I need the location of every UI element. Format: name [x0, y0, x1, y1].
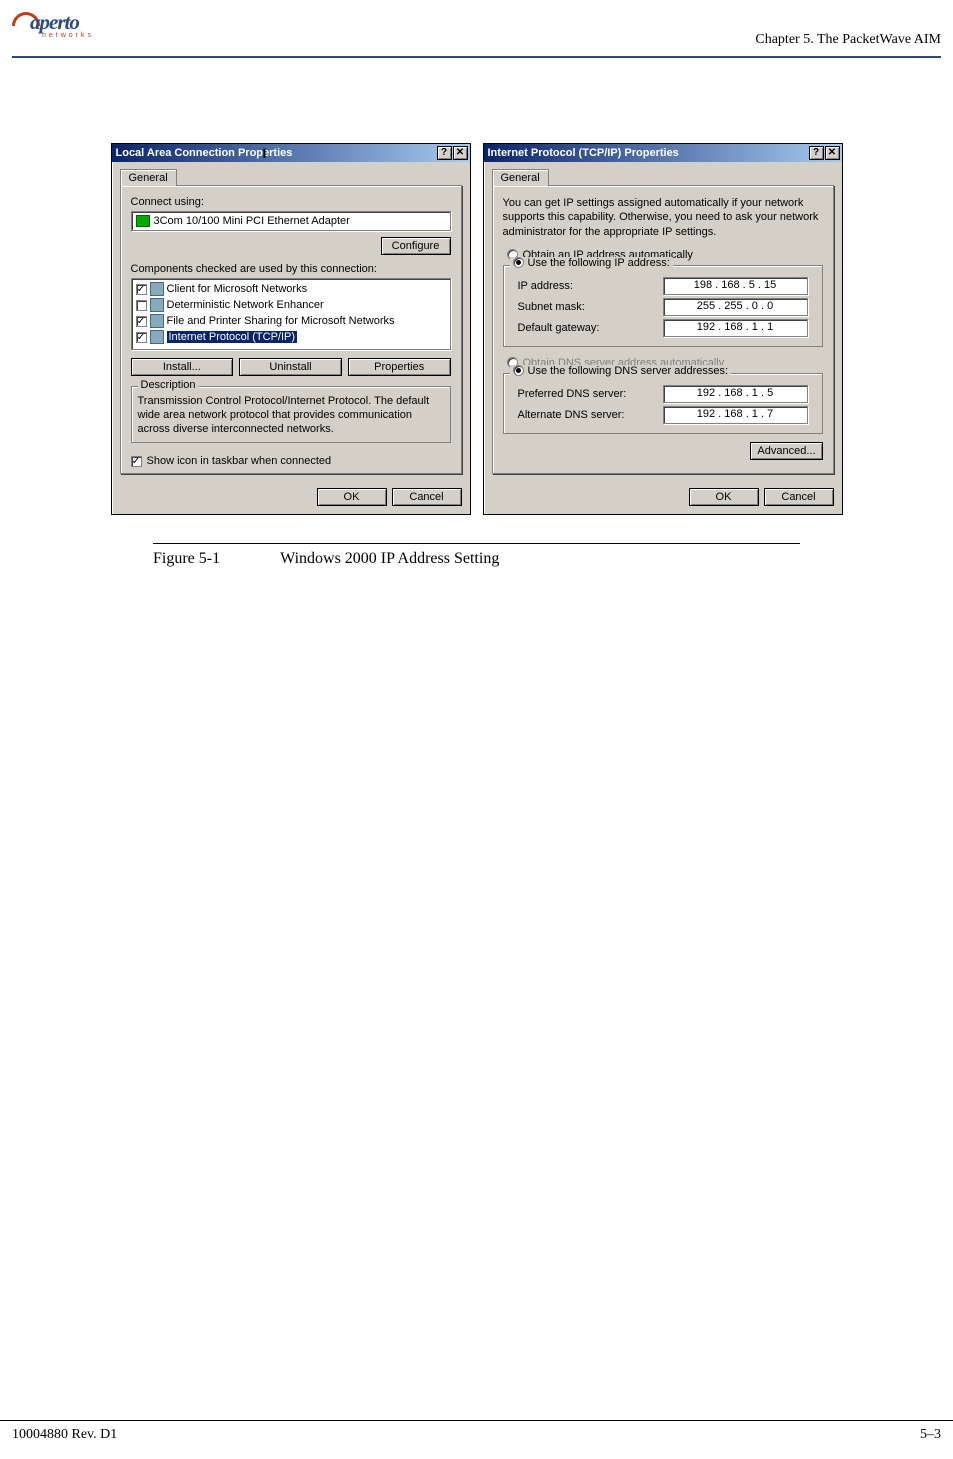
uninstall-button[interactable]: Uninstall — [239, 358, 342, 376]
ok-button[interactable]: OK — [689, 488, 759, 506]
list-item[interactable]: ✓ File and Printer Sharing for Microsoft… — [134, 313, 448, 329]
radio-use-ip[interactable]: Use the following IP address: — [510, 257, 673, 269]
titlebar[interactable]: Internet Protocol (TCP/IP) Properties ? … — [484, 144, 842, 162]
tab-general[interactable]: General — [492, 169, 549, 186]
dns-group: Use the following DNS server addresses: … — [503, 373, 823, 434]
adapter-field: 3Com 10/100 Mini PCI Ethernet Adapter — [131, 211, 451, 231]
intro-text: You can get IP settings assigned automat… — [503, 196, 823, 239]
close-button[interactable]: ✕ — [453, 146, 468, 160]
titlebar-buttons: ? ✕ — [437, 146, 468, 160]
tcpip-properties-dialog: Internet Protocol (TCP/IP) Properties ? … — [483, 143, 843, 515]
tab-general[interactable]: General — [120, 169, 177, 186]
advanced-row: Advanced... — [503, 442, 823, 460]
checkbox-icon[interactable] — [136, 300, 147, 311]
gateway-input[interactable]: 192 . 168 . 1 . 1 — [663, 319, 808, 337]
dialog-footer: OK Cancel — [112, 482, 470, 514]
list-item[interactable]: ✓ Client for Microsoft Networks — [134, 281, 448, 297]
service-icon — [150, 298, 164, 312]
description-group: Description Transmission Control Protoco… — [131, 386, 451, 443]
configure-button[interactable]: Configure — [381, 237, 451, 255]
logo-subtext: networks — [42, 32, 94, 39]
titlebar[interactable]: Local Area Connection Properties I ? ✕ — [112, 144, 470, 162]
install-button[interactable]: Install... — [131, 358, 234, 376]
footer-right: 5–3 — [920, 1427, 941, 1443]
ip-address-row: IP address: 198 . 168 . 5 . 15 — [518, 277, 808, 295]
cancel-button[interactable]: Cancel — [764, 488, 834, 506]
list-item[interactable]: ✓ Internet Protocol (TCP/IP) — [134, 329, 448, 345]
ip-address-input[interactable]: 198 . 168 . 5 . 15 — [663, 277, 808, 295]
adapter-name: 3Com 10/100 Mini PCI Ethernet Adapter — [154, 215, 350, 227]
page-header: aperto networks Chapter 5. The PacketWav… — [0, 0, 953, 52]
close-button[interactable]: ✕ — [825, 146, 840, 160]
components-list[interactable]: ✓ Client for Microsoft Networks Determin… — [131, 278, 451, 350]
advanced-button[interactable]: Advanced... — [750, 442, 822, 460]
component-label: Internet Protocol (TCP/IP) — [167, 331, 298, 343]
radio-icon[interactable] — [513, 257, 524, 268]
footer-left: 10004880 Rev. D1 — [12, 1427, 117, 1443]
component-buttons: Install... Uninstall Properties — [131, 358, 451, 376]
gateway-row: Default gateway: 192 . 168 . 1 . 1 — [518, 319, 808, 337]
subnet-input[interactable]: 255 . 255 . 0 . 0 — [663, 298, 808, 316]
description-legend: Description — [138, 379, 199, 391]
help-button[interactable]: ? — [437, 146, 452, 160]
configure-row: Configure — [131, 237, 451, 255]
subnet-label: Subnet mask: — [518, 301, 585, 313]
figure-rule — [153, 543, 800, 544]
checkbox-icon[interactable]: ✓ — [131, 456, 142, 467]
components-label: Components checked are used by this conn… — [131, 263, 451, 275]
tab-page: You can get IP settings assigned automat… — [492, 185, 834, 474]
radio-label: Use the following IP address: — [528, 257, 670, 269]
help-button[interactable]: ? — [809, 146, 824, 160]
ip-group: Use the following IP address: IP address… — [503, 265, 823, 347]
alt-dns-label: Alternate DNS server: — [518, 409, 625, 421]
component-label: Deterministic Network Enhancer — [167, 299, 324, 311]
pref-dns-label: Preferred DNS server: — [518, 388, 627, 400]
alt-dns-row: Alternate DNS server: 192 . 168 . 1 . 7 — [518, 406, 808, 424]
figure-title: Windows 2000 IP Address Setting — [280, 550, 499, 568]
titlebar-text: Internet Protocol (TCP/IP) Properties — [488, 147, 679, 159]
component-label: File and Printer Sharing for Microsoft N… — [167, 315, 395, 327]
page-footer: 10004880 Rev. D1 5–3 — [0, 1420, 953, 1443]
client-icon — [150, 282, 164, 296]
titlebar-buttons: ? ✕ — [809, 146, 840, 160]
cancel-button[interactable]: Cancel — [392, 488, 462, 506]
properties-button[interactable]: Properties — [348, 358, 451, 376]
service-icon — [150, 314, 164, 328]
chapter-label: Chapter 5. The PacketWave AIM — [755, 32, 941, 48]
show-icon-label: Show icon in taskbar when connected — [147, 455, 332, 467]
tab-strip: General — [120, 168, 462, 185]
ok-button[interactable]: OK — [317, 488, 387, 506]
component-label: Client for Microsoft Networks — [167, 283, 308, 295]
checkbox-icon[interactable]: ✓ — [136, 332, 147, 343]
pref-dns-input[interactable]: 192 . 168 . 1 . 5 — [663, 385, 808, 403]
checkbox-icon[interactable]: ✓ — [136, 316, 147, 327]
description-text: Transmission Control Protocol/Internet P… — [138, 395, 444, 436]
ip-label: IP address: — [518, 280, 573, 292]
checkbox-icon[interactable]: ✓ — [136, 284, 147, 295]
dialog-footer: OK Cancel — [484, 482, 842, 514]
figure-caption: Figure 5-1 Windows 2000 IP Address Setti… — [153, 550, 953, 568]
list-item[interactable]: Deterministic Network Enhancer — [134, 297, 448, 313]
dialog-body: General Connect using: 3Com 10/100 Mini … — [112, 162, 470, 482]
alt-dns-input[interactable]: 192 . 168 . 1 . 7 — [663, 406, 808, 424]
dialog-body: General You can get IP settings assigned… — [484, 162, 842, 482]
figure-number: Figure 5-1 — [153, 550, 220, 568]
tab-strip: General — [492, 168, 834, 185]
text-cursor-icon: I — [262, 145, 266, 161]
radio-use-dns[interactable]: Use the following DNS server addresses: — [510, 365, 732, 377]
logo: aperto networks — [12, 10, 107, 40]
subnet-row: Subnet mask: 255 . 255 . 0 . 0 — [518, 298, 808, 316]
lan-properties-dialog: Local Area Connection Properties I ? ✕ G… — [111, 143, 471, 515]
nic-icon — [136, 215, 150, 227]
figure-area: Local Area Connection Properties I ? ✕ G… — [0, 58, 953, 515]
pref-dns-row: Preferred DNS server: 192 . 168 . 1 . 5 — [518, 385, 808, 403]
radio-label: Use the following DNS server addresses: — [528, 365, 729, 377]
show-icon-row: ✓ Show icon in taskbar when connected — [131, 455, 451, 467]
connect-using-label: Connect using: — [131, 196, 451, 208]
gateway-label: Default gateway: — [518, 322, 600, 334]
radio-icon[interactable] — [513, 365, 524, 376]
protocol-icon — [150, 330, 164, 344]
tab-page: Connect using: 3Com 10/100 Mini PCI Ethe… — [120, 185, 462, 474]
